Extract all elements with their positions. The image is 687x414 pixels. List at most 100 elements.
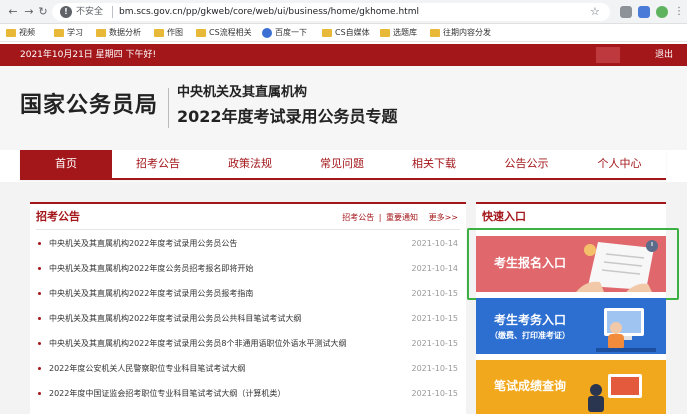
notice-title[interactable]: 中央机关及其直属机构2022年度考试录用公务员8个非通用语职位外语水平测试大纲 [49, 337, 346, 351]
list-item[interactable]: 中央机关及其直属机构2022年度考试录用公务员公告 2021-10-14 [38, 237, 458, 251]
username-redacted [596, 47, 620, 63]
menu-dots-icon[interactable]: ⋮ [674, 6, 684, 18]
security-status[interactable]: 不安全 [76, 6, 103, 18]
url-divider [112, 6, 113, 18]
bookmark-item[interactable]: 百度一下 [262, 27, 307, 39]
back-icon[interactable]: ← [6, 5, 20, 19]
main-nav: 首页 招考公告 政策法规 常见问题 相关下载 公告公示 个人中心 [20, 150, 666, 180]
score-query-label: 笔试成绩查询 [494, 379, 567, 393]
folder-icon [380, 29, 390, 37]
bookmark-item[interactable]: 作图 [154, 27, 183, 39]
folder-icon [196, 29, 206, 37]
subtitle-topic: 2022年度考试录用公务员专题 [177, 107, 398, 126]
notice-title[interactable]: 中央机关及其直属机构2022年度考试录用公务员公共科目笔试考试大纲 [49, 312, 301, 326]
browser-address-bar: ← → ↻ ! 不安全 bm.scs.gov.cn/pp/gkweb/core/… [0, 0, 687, 24]
bullet-icon [38, 292, 41, 295]
url-text[interactable]: bm.scs.gov.cn/pp/gkweb/core/web/ui/busin… [119, 6, 419, 18]
reload-icon[interactable]: ↻ [36, 5, 50, 19]
bookmark-item[interactable]: CS流程相关 [196, 27, 252, 39]
camera-extension-icon[interactable] [620, 6, 632, 18]
notice-date: 2021-10-14 [411, 239, 459, 248]
nav-home[interactable]: 首页 [20, 150, 112, 178]
bookmark-label: 百度一下 [275, 28, 307, 37]
bookmark-item[interactable]: 视频 [6, 27, 35, 39]
list-item[interactable]: 中央机关及其直属机构2022年度考试录用公务员报考指南 2021-10-15 [38, 287, 458, 301]
bookmark-label: CS流程相关 [209, 28, 252, 37]
folder-icon [322, 29, 332, 37]
notice-date: 2021-10-15 [411, 289, 459, 298]
list-item[interactable]: 2022年度中国证监会招考职位专业科目笔试考试大纲（计算机类） 2021-10-… [38, 387, 458, 401]
list-item[interactable]: 2022年度公安机关人民警察职位专业科目笔试考试大纲 2021-10-15 [38, 362, 458, 376]
notice-date: 2021-10-15 [411, 314, 459, 323]
banner-divider [168, 88, 169, 128]
link-more[interactable]: 更多>> [429, 212, 458, 224]
notice-panel: 招考公告 招考公告 | 重要通知 更多>> 中央机关及其直属机构2022年度考试… [30, 202, 466, 414]
site-name: 国家公务员局 [20, 93, 159, 118]
panel-title: 招考公告 [36, 210, 80, 223]
nav-user-center[interactable]: 个人中心 [573, 150, 666, 178]
folder-icon [154, 29, 164, 37]
list-item[interactable]: 中央机关及其直属机构2022年度公务员招考报名即将开始 2021-10-14 [38, 262, 458, 276]
warning-icon[interactable]: ! [60, 6, 72, 18]
notice-title[interactable]: 中央机关及其直属机构2022年度考试录用公务员公告 [49, 237, 237, 251]
notice-title[interactable]: 中央机关及其直属机构2022年度考试录用公务员报考指南 [49, 287, 253, 301]
exam-service-label: 考生考务入口 [494, 313, 567, 327]
nav-announcements[interactable]: 招考公告 [112, 150, 204, 178]
link-separator: | [378, 213, 382, 222]
bullet-icon [38, 342, 41, 345]
url-field[interactable]: ! 不安全 bm.scs.gov.cn/pp/gkweb/core/web/ui… [52, 3, 610, 21]
nav-public-notice[interactable]: 公告公示 [480, 150, 573, 178]
bookmark-label: CS自媒体 [335, 28, 370, 37]
date-greeting: 2021年10月21日 星期四 下午好! [20, 50, 157, 60]
folder-icon [6, 29, 16, 37]
extension-icon[interactable] [638, 6, 650, 18]
bookmark-item[interactable]: 数据分析 [96, 27, 141, 39]
highlight-box [467, 228, 679, 300]
folder-icon [96, 29, 106, 37]
score-query-button[interactable]: 笔试成绩查询 [476, 360, 666, 414]
list-item[interactable]: 中央机关及其直属机构2022年度考试录用公务员8个非通用语职位外语水平测试大纲 … [38, 337, 458, 351]
link-announcements[interactable]: 招考公告 [342, 212, 374, 224]
bullet-icon [38, 392, 41, 395]
notice-date: 2021-10-14 [411, 264, 459, 273]
bookmark-star-icon[interactable]: ☆ [590, 5, 600, 19]
folder-icon [54, 29, 64, 37]
quick-entry-title: 快速入口 [482, 210, 526, 223]
bookmark-item[interactable]: CS自媒体 [322, 27, 370, 39]
list-item[interactable]: 中央机关及其直属机构2022年度考试录用公务员公共科目笔试考试大纲 2021-1… [38, 312, 458, 326]
bookmark-label: 作图 [167, 28, 183, 37]
bookmark-item[interactable]: 学习 [54, 27, 83, 39]
nav-downloads[interactable]: 相关下载 [388, 150, 480, 178]
bookmark-label: 学习 [67, 28, 83, 37]
notice-date: 2021-10-15 [411, 339, 459, 348]
panel-links: 招考公告 | 重要通知 更多>> [342, 212, 458, 224]
panel-divider [36, 229, 460, 230]
notice-date: 2021-10-15 [411, 389, 459, 398]
nav-faq[interactable]: 常见问题 [296, 150, 388, 178]
bullet-icon [38, 317, 41, 320]
logout-link[interactable]: 退出 [655, 49, 673, 61]
bookmarks-bar: 视频 学习 数据分析 作图 CS流程相关 百度一下 CS自媒体 选题库 往期内容… [0, 24, 687, 42]
bookmark-item[interactable]: 往期内容分发 [430, 27, 491, 39]
exam-service-sublabel: （缴费、打印准考证） [490, 331, 570, 340]
forward-icon[interactable]: → [22, 5, 36, 19]
bookmark-label: 选题库 [393, 28, 417, 37]
nav-policies[interactable]: 政策法规 [204, 150, 296, 178]
profile-avatar-icon[interactable] [656, 6, 668, 18]
bookmark-item[interactable]: 选题库 [380, 27, 417, 39]
bookmark-label: 视频 [19, 28, 35, 37]
link-important[interactable]: 重要通知 [386, 212, 418, 224]
header-banner: 国家公务员局 中央机关及其直属机构 2022年度考试录用公务员专题 [0, 66, 687, 150]
notice-title[interactable]: 2022年度公安机关人民警察职位专业科目笔试考试大纲 [49, 362, 245, 376]
notice-date: 2021-10-15 [411, 364, 459, 373]
bullet-icon [38, 367, 41, 370]
bookmark-label: 数据分析 [109, 28, 141, 37]
notice-title[interactable]: 2022年度中国证监会招考职位专业科目笔试考试大纲（计算机类） [49, 387, 285, 401]
bullet-icon [38, 242, 41, 245]
subtitle-org: 中央机关及其直属机构 [177, 85, 308, 100]
baidu-icon [262, 28, 272, 38]
bullet-icon [38, 267, 41, 270]
exam-service-button[interactable]: 考生考务入口 （缴费、打印准考证） [476, 298, 666, 354]
notice-title[interactable]: 中央机关及其直属机构2022年度公务员招考报名即将开始 [49, 262, 253, 276]
folder-icon [430, 29, 440, 37]
